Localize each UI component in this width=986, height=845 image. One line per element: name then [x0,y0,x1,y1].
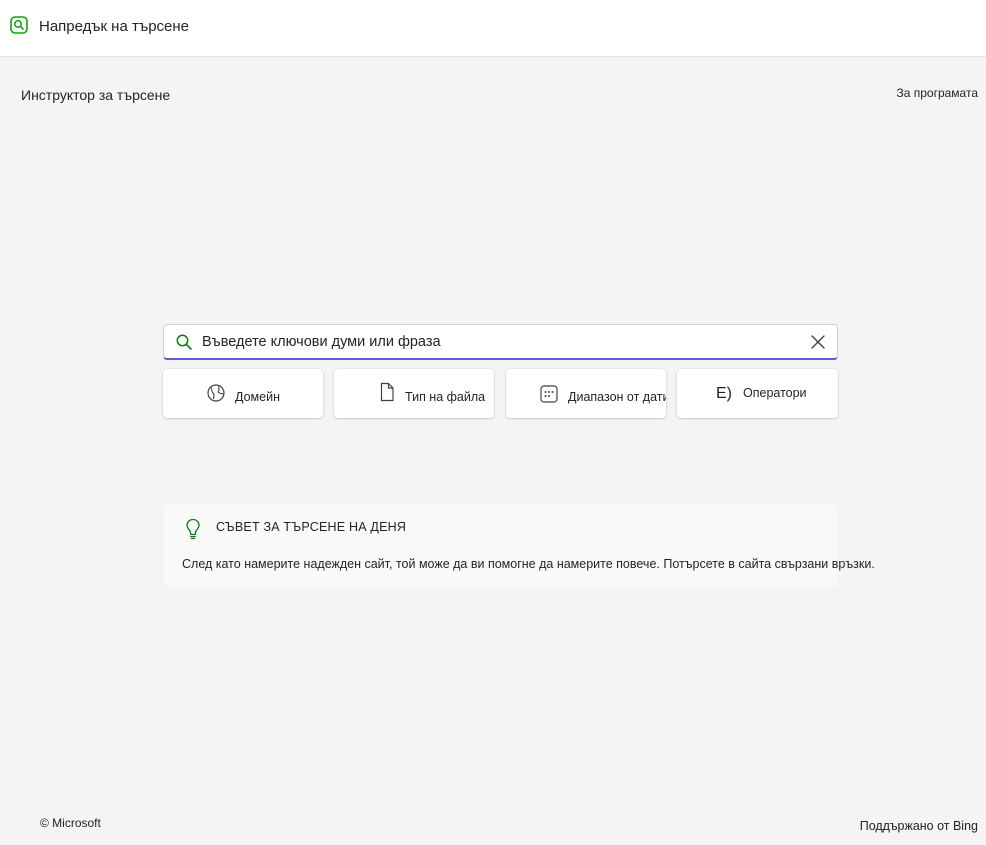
filter-date-range-button[interactable]: Диапазон от дати [506,369,666,418]
close-icon [811,335,825,349]
document-icon [380,382,394,402]
page-title: Инструктор за търсене [21,87,171,103]
filter-file-type-label: Тип на файла [405,390,486,404]
filter-file-type-button[interactable]: Тип на файла [334,369,494,418]
tip-of-the-day-card: СЪВЕТ ЗА ТЪРСЕНЕ НА ДЕНЯ След като намер… [164,504,875,587]
copyright: © Microsoft [40,816,101,830]
filter-date-range-label: Диапазон от дати [568,390,666,404]
search-input[interactable] [202,331,792,353]
globe-icon [207,384,225,402]
page: Напредък на търсене Инструктор за търсен… [0,0,986,845]
search-box[interactable] [163,324,838,360]
tip-title: СЪВЕТ ЗА ТЪРСЕНЕ НА ДЕНЯ [216,520,407,534]
calendar-icon [540,385,558,403]
search-app-icon [10,16,28,34]
filter-domain-button[interactable]: Домейн [163,369,323,418]
about-link[interactable]: За програмата [896,86,978,100]
clear-search-button[interactable] [809,333,827,351]
tip-body: След като намерите надежден сайт, той мо… [182,557,875,571]
filter-domain-label: Домейн [235,390,280,404]
filter-operators-button[interactable]: E) Оператори [677,369,838,418]
app-title: Напредък на търсене [39,18,190,35]
powered-by-bing: Поддържано от Bing [859,819,978,833]
operators-icon: E) [716,385,732,402]
app-header: Напредък на търсене [0,0,986,57]
search-icon [176,334,192,350]
lightbulb-icon [186,518,200,540]
filter-operators-label: Оператори [743,386,807,400]
